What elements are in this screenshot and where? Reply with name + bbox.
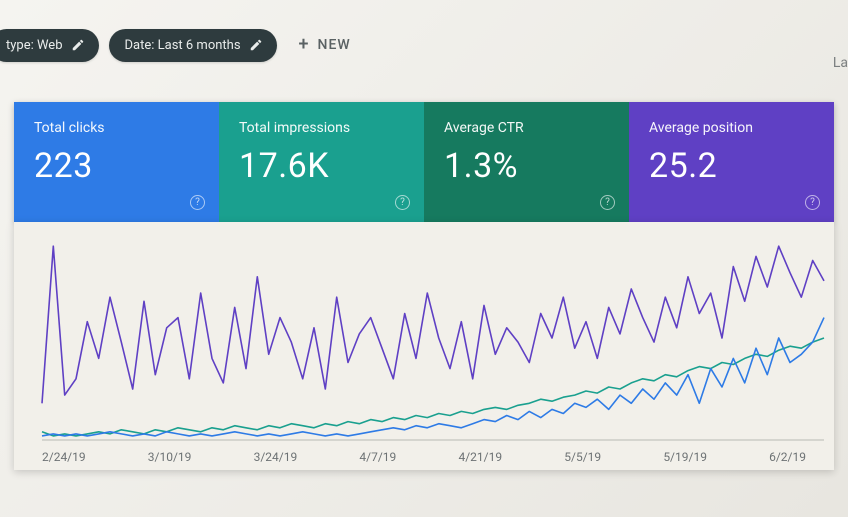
help-icon[interactable]: ? bbox=[190, 195, 205, 210]
series-total-clicks bbox=[42, 318, 824, 436]
x-tick: 4/7/19 bbox=[359, 450, 396, 464]
filter-toolbar: type: Web Date: Last 6 months + NEW bbox=[0, 0, 848, 62]
metric-value: 17.6K bbox=[239, 146, 404, 186]
new-label: NEW bbox=[318, 37, 351, 53]
metric-value: 223 bbox=[34, 146, 199, 186]
metric-label: Total clicks bbox=[34, 120, 199, 136]
series-total-impressions bbox=[42, 338, 824, 436]
truncated-label: La bbox=[833, 55, 848, 71]
x-tick: 3/10/19 bbox=[148, 450, 192, 464]
x-tick: 3/24/19 bbox=[254, 450, 298, 464]
edit-icon bbox=[71, 38, 85, 52]
x-tick: 4/21/19 bbox=[458, 450, 502, 464]
metric-card-average-position[interactable]: Average position 25.2 ? bbox=[629, 102, 834, 222]
plus-icon: + bbox=[299, 36, 310, 54]
filter-chip-date[interactable]: Date: Last 6 months bbox=[109, 29, 277, 62]
metric-value: 1.3% bbox=[444, 146, 609, 186]
chip-label: Date: Last 6 months bbox=[125, 38, 241, 53]
metric-value: 25.2 bbox=[649, 146, 814, 186]
x-tick: 6/2/19 bbox=[769, 450, 806, 464]
x-tick: 2/24/19 bbox=[42, 450, 86, 464]
metric-label: Average position bbox=[649, 120, 814, 136]
help-icon[interactable]: ? bbox=[395, 195, 410, 210]
performance-chart: 2/24/19 3/10/19 3/24/19 4/7/19 4/21/19 5/5/19… bbox=[14, 222, 834, 470]
edit-icon bbox=[249, 38, 263, 52]
metric-card-total-impressions[interactable]: Total impressions 17.6K ? bbox=[219, 102, 424, 222]
metric-label: Average CTR bbox=[444, 120, 609, 136]
metrics-row: Total clicks 223 ? Total impressions 17.… bbox=[14, 102, 834, 222]
chart-x-axis: 2/24/19 3/10/19 3/24/19 4/7/19 4/21/19 5/5/19… bbox=[14, 450, 834, 464]
x-tick: 5/5/19 bbox=[564, 450, 601, 464]
help-icon[interactable]: ? bbox=[600, 195, 615, 210]
x-tick: 5/19/19 bbox=[663, 450, 707, 464]
filter-chip-type[interactable]: type: Web bbox=[0, 29, 99, 62]
metric-card-average-ctr[interactable]: Average CTR 1.3% ? bbox=[424, 102, 629, 222]
metric-card-total-clicks[interactable]: Total clicks 223 ? bbox=[14, 102, 219, 222]
new-filter-button[interactable]: + NEW bbox=[287, 28, 363, 62]
help-icon[interactable]: ? bbox=[805, 195, 820, 210]
chart-canvas bbox=[14, 222, 834, 470]
chip-label: type: Web bbox=[6, 38, 63, 53]
metric-label: Total impressions bbox=[239, 120, 404, 136]
